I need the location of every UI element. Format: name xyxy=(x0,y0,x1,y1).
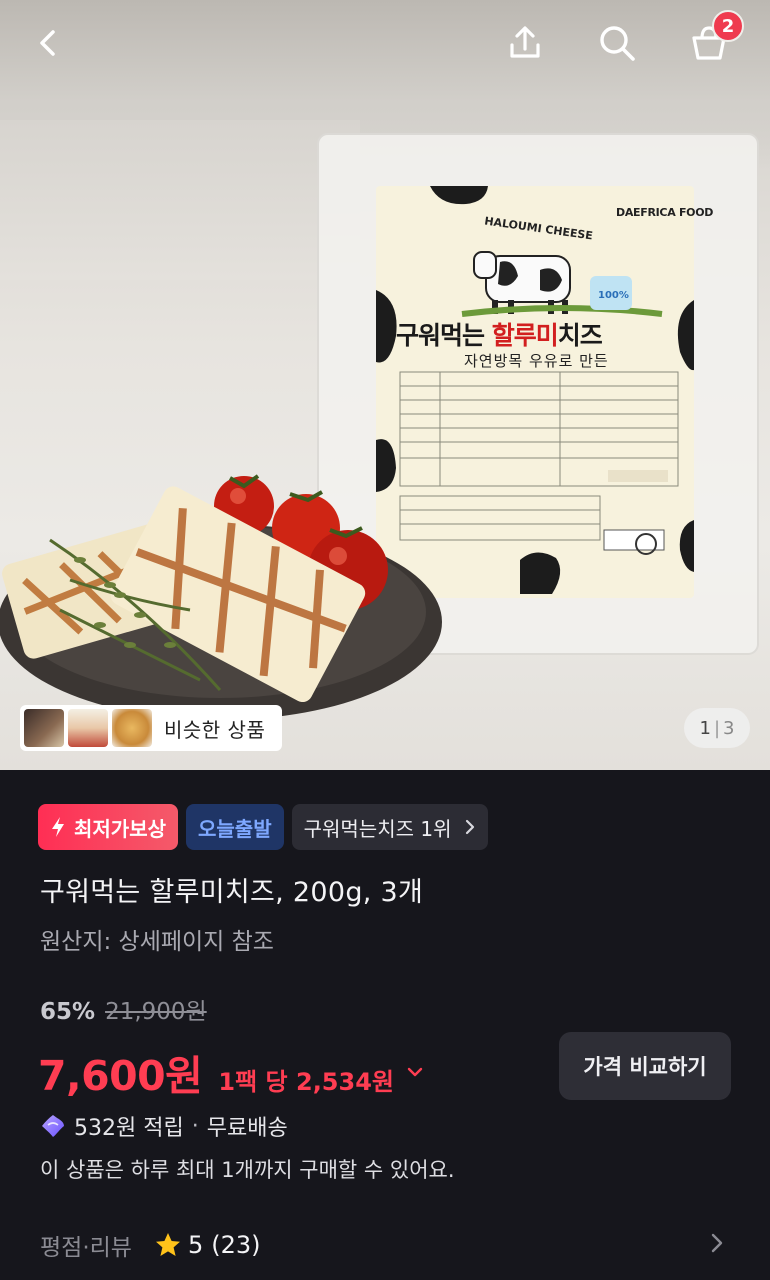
search-button[interactable] xyxy=(592,18,642,68)
shipping-info: 무료배송 xyxy=(206,1116,288,1141)
package-badge: 100% xyxy=(598,290,629,301)
package-name-highlight: 할루미 xyxy=(491,321,559,350)
ranking-tag[interactable]: 구워먹는치즈 1위 xyxy=(291,804,488,850)
pager-total: 3 xyxy=(723,717,735,739)
search-icon xyxy=(600,26,635,61)
today-ship-label: 오늘출발 xyxy=(198,816,272,841)
chevron-right-icon xyxy=(465,819,474,835)
product-image-carousel[interactable]: DAEFRICA FOOD HALOUMI CHEESE 100% 구워먹는 할… xyxy=(0,0,770,770)
discount-row: 65% 21,900원 xyxy=(40,992,207,1026)
back-icon xyxy=(40,30,55,56)
lowest-price-label: 최저가보상 xyxy=(74,816,166,841)
package-name-prefix: 구워먹는 xyxy=(396,321,492,350)
gem-icon xyxy=(42,1115,64,1137)
ranking-label: 구워먹는치즈 1위 xyxy=(303,816,452,841)
rating-score: 5 xyxy=(187,1231,204,1259)
rating-review-row[interactable]: 평점·리뷰 5 (23) xyxy=(40,1228,730,1262)
price-compare-button[interactable]: 가격 비교하기 xyxy=(559,1032,731,1100)
pager-separator: | xyxy=(713,717,721,739)
purchase-limit-notice: 이 상품은 하루 최대 1개까지 구매할 수 있어요. xyxy=(40,1158,455,1182)
share-button[interactable] xyxy=(500,18,550,68)
package-brand: DAEFRICA FOOD xyxy=(616,206,714,219)
rating-label: 평점·리뷰 xyxy=(40,1235,132,1261)
today-ship-tag: 오늘출발 xyxy=(186,804,284,850)
share-icon xyxy=(510,26,540,58)
price-row[interactable]: 7,600원 1팩 당 2,534원 xyxy=(38,1042,424,1102)
product-tags: 최저가보상 오늘출발 구워먹는치즈 1위 xyxy=(38,804,488,850)
review-count: (23) xyxy=(211,1231,261,1259)
product-photo xyxy=(0,133,759,720)
chevron-right-icon xyxy=(711,1233,723,1253)
image-pager: 1 | 3 xyxy=(684,708,750,748)
reward-amount: 532원 적립 xyxy=(74,1116,184,1141)
package-name-suffix: 치즈 xyxy=(557,321,603,350)
chevron-down-icon xyxy=(407,1067,423,1077)
similar-product-thumb xyxy=(24,709,64,747)
product-origin: 원산지: 상세페이지 참조 xyxy=(40,929,274,955)
similar-products-button[interactable]: 비슷한 상품 xyxy=(20,705,282,751)
sale-price: 7,600원 xyxy=(38,1052,203,1100)
unit-price: 1팩 당 2,534원 xyxy=(218,1068,394,1096)
similar-product-thumb xyxy=(68,709,108,747)
lowest-price-tag[interactable]: 최저가보상 xyxy=(38,804,178,850)
pager-current: 1 xyxy=(699,717,711,739)
package-subtitle: 자연방목 우유로 만든 xyxy=(464,352,609,370)
product-title: 구워먹는 할루미치즈, 200g, 3개 xyxy=(40,877,424,908)
back-button[interactable] xyxy=(24,18,74,68)
reward-row: 532원 적립 · 무료배송 xyxy=(40,1110,288,1142)
original-price: 21,900원 xyxy=(105,999,207,1025)
top-navigation-bar: 2 xyxy=(0,0,770,90)
package-name: 구워먹는 할루미치즈 xyxy=(396,316,603,352)
separator-dot: · xyxy=(191,1113,199,1139)
similar-product-thumb xyxy=(112,709,152,747)
cart-count-badge: 2 xyxy=(712,10,744,42)
similar-products-label: 비슷한 상품 xyxy=(164,717,266,742)
star-icon xyxy=(155,1233,180,1256)
product-info: 최저가보상 오늘출발 구워먹는치즈 1위 구워먹는 할루미치즈, 200g, 3… xyxy=(0,770,770,1280)
discount-rate: 65% xyxy=(40,999,96,1025)
lightning-icon xyxy=(52,817,64,837)
